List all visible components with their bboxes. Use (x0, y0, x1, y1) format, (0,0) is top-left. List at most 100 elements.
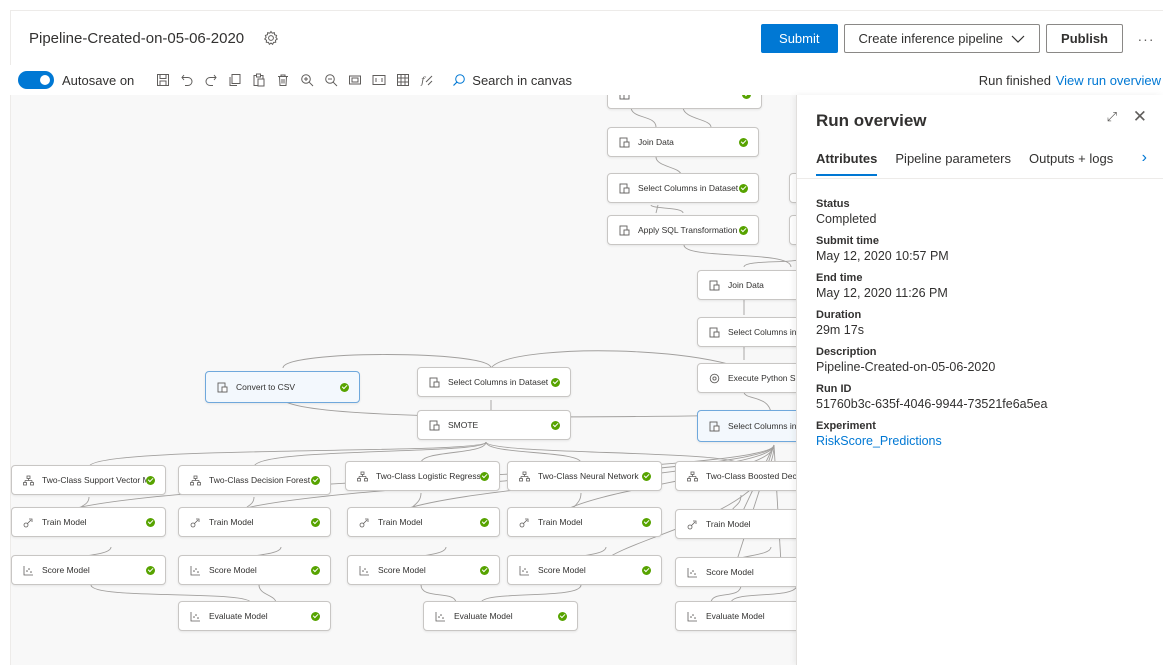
pipeline-node[interactable]: Two-Class Support Vector Ma... (11, 465, 166, 495)
pipeline-node[interactable]: Score Model (675, 557, 796, 587)
save-icon[interactable] (152, 69, 174, 91)
publish-button[interactable]: Publish (1046, 24, 1123, 53)
chevron-right-icon[interactable]: › (1142, 149, 1147, 167)
search-canvas-input[interactable]: Search in canvas (452, 73, 572, 88)
attribute-experiment: Experiment RiskScore_Predictions (816, 420, 1047, 449)
tab-attributes[interactable]: Attributes (816, 151, 878, 176)
close-icon[interactable]: ✕ (1133, 107, 1147, 127)
undo-icon[interactable] (176, 69, 198, 91)
score-icon (686, 566, 698, 578)
status-check-icon (340, 382, 349, 392)
fit-to-screen-icon[interactable] (344, 69, 366, 91)
pipeline-title: Pipeline-Created-on-05-06-2020 (29, 29, 245, 47)
node-label: Train Model (209, 517, 254, 527)
paste-icon[interactable] (248, 69, 270, 91)
pipeline-canvas[interactable]: Join Data Select Columns in Dataset Appl… (10, 95, 796, 665)
pipeline-node[interactable] (789, 173, 796, 203)
panel-tabs: Attributes Pipeline parameters Outputs +… (816, 151, 1113, 176)
algorithm-icon (22, 474, 34, 486)
tab-pipeline-parameters[interactable]: Pipeline parameters (895, 151, 1011, 176)
pipeline-node[interactable]: Train Model (178, 507, 331, 537)
pipeline-node[interactable]: SMOTE (417, 410, 571, 440)
pipeline-node[interactable]: Train Model (347, 507, 500, 537)
delete-icon[interactable] (272, 69, 294, 91)
pipeline-node[interactable]: Two-Class Decision Forest (178, 465, 331, 495)
pipeline-node[interactable]: Evaluate Model (178, 601, 331, 631)
attribute-description: Description Pipeline-Created-on-05-06-20… (816, 346, 1047, 375)
pipeline-node[interactable]: Train Model (675, 509, 796, 539)
dataset-icon (216, 381, 228, 393)
attribute-value: Pipeline-Created-on-05-06-2020 (816, 360, 996, 374)
pipeline-node[interactable]: Two-Class Boosted Decisio (675, 461, 796, 491)
dataset-icon (618, 224, 630, 236)
view-run-overview-link[interactable]: View run overview (1056, 73, 1161, 88)
pipeline-node[interactable]: Select Columns in Dataset (417, 367, 571, 397)
status-check-icon (742, 95, 751, 99)
zoom-out-icon[interactable] (320, 69, 342, 91)
zoom-in-icon[interactable] (296, 69, 318, 91)
pipeline-node[interactable]: Join Data (697, 270, 796, 300)
train-icon (22, 516, 34, 528)
score-icon (22, 564, 34, 576)
node-label: Join Data (728, 280, 764, 290)
actual-size-icon[interactable] (368, 69, 390, 91)
pipeline-node[interactable]: Score Model (178, 555, 331, 585)
pipeline-node[interactable]: Train Model (507, 507, 662, 537)
pipeline-node[interactable] (607, 95, 762, 109)
pipeline-node[interactable]: Apply SQL Transformation (607, 215, 759, 245)
dataset-icon (618, 95, 630, 100)
node-label: Two-Class Neural Network (538, 471, 639, 481)
create-inference-pipeline-button[interactable]: Create inference pipeline (843, 24, 1041, 53)
autosave-label: Autosave on (62, 72, 135, 88)
pipeline-node[interactable]: Score Model (347, 555, 500, 585)
submit-button[interactable]: Submit (761, 24, 838, 53)
node-label: Train Model (538, 517, 583, 527)
pipeline-node[interactable]: Select Columns in Da (697, 317, 796, 347)
pipeline-node[interactable]: Two-Class Neural Network (507, 461, 662, 491)
node-label: Execute Python Scrip (728, 373, 796, 383)
divider (797, 178, 1163, 179)
pipeline-node[interactable]: Evaluate Model (423, 601, 578, 631)
hide-lineage-icon[interactable]: f (416, 69, 438, 91)
status-check-icon (146, 517, 155, 527)
attribute-submit-time: Submit time May 12, 2020 10:57 PM (816, 235, 1047, 264)
train-icon (686, 518, 698, 530)
grid-layout-icon[interactable] (392, 69, 414, 91)
pipeline-node[interactable]: Join Data (607, 127, 759, 157)
pipeline-node[interactable]: Select Columns in Da (697, 410, 796, 442)
attribute-label: Experiment (816, 420, 876, 432)
score-icon (358, 564, 370, 576)
attribute-label: Status (816, 198, 850, 210)
node-label: Score Model (538, 565, 586, 575)
node-label: Join Data (638, 137, 674, 147)
node-label: SMOTE (448, 420, 479, 430)
more-options-icon[interactable]: ··· (1129, 31, 1163, 47)
pipeline-node[interactable] (789, 215, 796, 245)
node-label: Evaluate Model (706, 611, 765, 621)
score-icon (189, 564, 201, 576)
status-check-icon (146, 565, 155, 575)
pipeline-node[interactable]: Train Model (11, 507, 166, 537)
copy-icon[interactable] (224, 69, 246, 91)
pipeline-node[interactable]: Evaluate Model (675, 601, 796, 631)
experiment-link[interactable]: RiskScore_Predictions (816, 433, 1047, 449)
train-icon (358, 516, 370, 528)
node-label: Score Model (209, 565, 257, 575)
expand-icon[interactable]: ⤢ (1107, 109, 1117, 125)
pipeline-node[interactable]: Two-Class Logistic Regression (345, 461, 500, 491)
status-check-icon (739, 225, 748, 235)
pipeline-node[interactable]: Select Columns in Dataset (607, 173, 759, 203)
gear-icon[interactable] (262, 29, 280, 47)
tab-outputs-logs[interactable]: Outputs + logs (1029, 151, 1113, 176)
score-icon (434, 610, 446, 622)
pipeline-node[interactable]: Execute Python Scrip (697, 363, 796, 393)
redo-icon[interactable] (200, 69, 222, 91)
pipeline-node[interactable]: Score Model (11, 555, 166, 585)
pipeline-node[interactable]: Score Model (507, 555, 662, 585)
node-label: Two-Class Boosted Decisio (706, 471, 796, 481)
train-icon (518, 516, 530, 528)
autosave-toggle[interactable] (18, 71, 54, 89)
pipeline-node[interactable]: Convert to CSV (205, 371, 360, 403)
status-check-icon (551, 420, 560, 430)
node-label: Two-Class Decision Forest (209, 475, 311, 485)
